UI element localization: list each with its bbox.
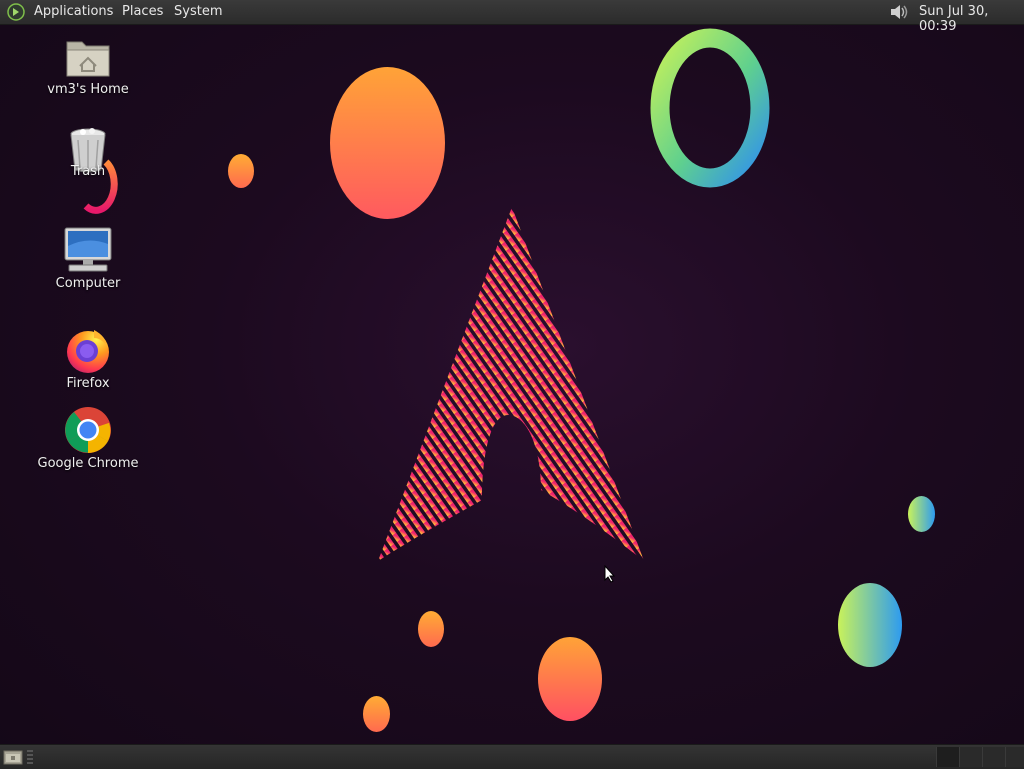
bottom-panel [0,744,1024,769]
workspace-1[interactable] [936,747,959,767]
arch-logo [378,207,644,561]
volume-icon[interactable] [888,2,910,22]
desktop-icon-computer[interactable]: Computer [33,226,143,291]
wallpaper-orange-circle [363,696,390,732]
desktop-icon-label: Computer [55,276,121,291]
desktop-icon-label: Firefox [66,376,110,391]
desktop-icon-firefox[interactable]: Firefox [33,326,143,391]
desktop-icon-label: Trash [70,164,106,179]
menu-logo-icon[interactable] [7,3,25,21]
panel-handle[interactable] [27,750,33,764]
workspace-3[interactable] [982,747,1005,767]
firefox-icon [67,330,109,373]
wallpaper-orange-circle-large [330,67,445,219]
desktop-icon-trash[interactable]: Trash [33,126,143,179]
clock[interactable]: Sun Jul 30, 00:39 [919,4,1024,34]
wallpaper [0,0,1024,768]
wallpaper-orange-circle [418,611,444,647]
workspace-2[interactable] [959,747,982,767]
computer-icon [64,227,112,272]
system-menu[interactable]: System [174,4,222,19]
wallpaper-green-circle [908,496,935,532]
chrome-icon [65,407,111,453]
mouse-pointer-icon [604,565,616,583]
wallpaper-orange-circle-small [228,154,254,188]
top-panel: Applications Places System Sun Jul 30, 0… [0,0,1024,34]
home-folder-icon [66,41,110,77]
applications-menu[interactable]: Applications [34,4,113,19]
places-menu[interactable]: Places [122,4,163,19]
wallpaper-ring-blue [650,28,770,188]
show-desktop-icon[interactable] [3,749,23,765]
desktop-icon-home[interactable]: vm3's Home [33,36,143,97]
desktop-icon-chrome[interactable]: Google Chrome [33,406,143,471]
wallpaper-orange-circle [538,637,602,721]
desktop-icon-label: vm3's Home [47,82,129,97]
workspace-4[interactable] [1005,747,1024,767]
desktop-icon-label: Google Chrome [37,456,139,471]
wallpaper-green-circle-large [838,583,902,667]
